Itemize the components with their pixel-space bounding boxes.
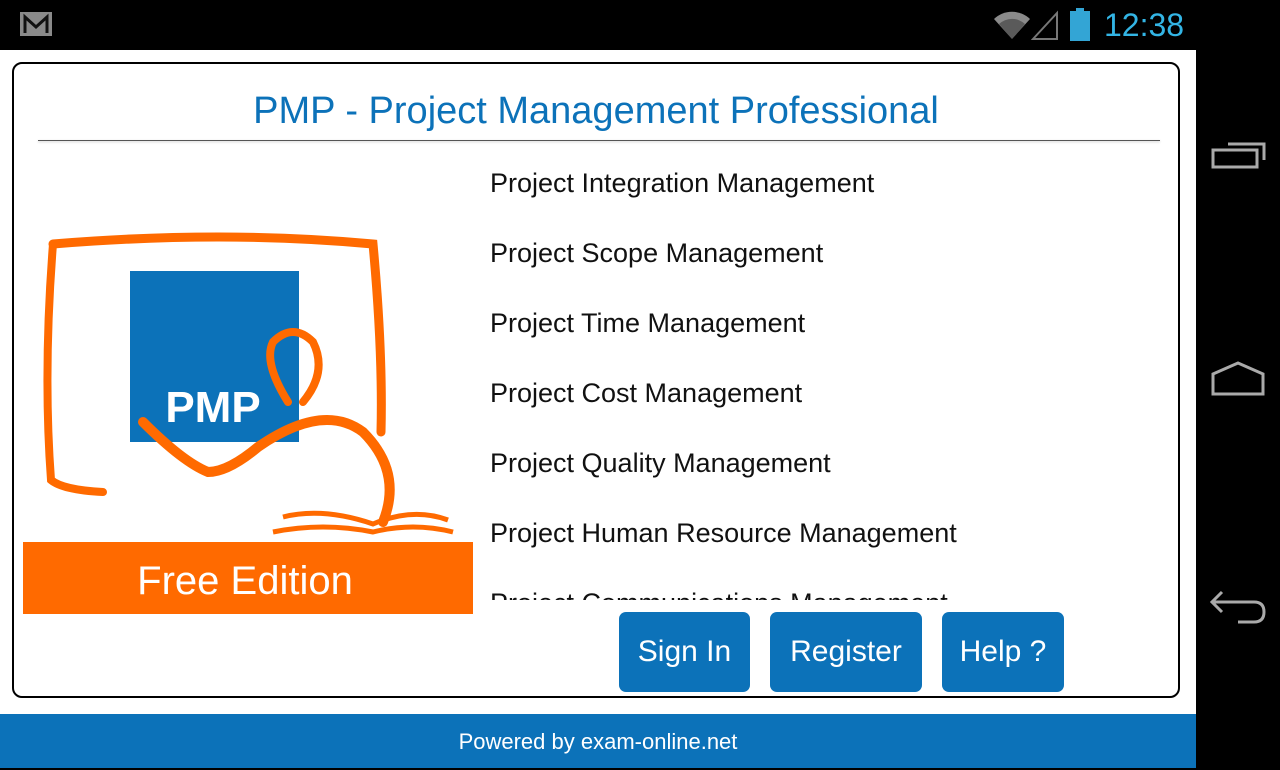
title-divider — [38, 140, 1160, 141]
topic-item[interactable]: Project Human Resource Management — [490, 506, 1150, 576]
recent-apps-icon[interactable] — [1208, 138, 1268, 178]
main-card: PMP - Project Management Professional PM… — [12, 62, 1180, 698]
sign-in-button[interactable]: Sign In — [619, 612, 750, 692]
gmail-icon — [20, 12, 52, 36]
app-screen: PMP - Project Management Professional PM… — [0, 50, 1196, 768]
clock: 12:38 — [1104, 7, 1185, 43]
navigation-bar — [1196, 50, 1280, 768]
help-button[interactable]: Help ? — [942, 612, 1064, 692]
page-title: PMP - Project Management Professional — [253, 90, 939, 132]
edition-text: Free Edition — [137, 559, 353, 603]
topic-list[interactable]: Project Integration Management Project S… — [490, 156, 1150, 600]
signal-icon — [1031, 10, 1058, 40]
pmp-badge-text: PMP — [165, 383, 260, 432]
topic-item[interactable]: Project Cost Management — [490, 366, 1150, 436]
pmp-logo: PMP Free Edition — [23, 232, 473, 614]
footer-powered-by: Powered by exam-online.net — [0, 714, 1196, 768]
topic-item[interactable]: Project Quality Management — [490, 436, 1150, 506]
topic-item[interactable]: Project Communications Management — [490, 576, 1150, 600]
home-icon[interactable] — [1208, 360, 1268, 400]
wifi-icon — [994, 11, 1030, 39]
status-bar: 12:38 — [0, 0, 1280, 50]
topic-item[interactable]: Project Integration Management — [490, 156, 1150, 226]
battery-icon — [1070, 8, 1090, 41]
back-icon[interactable] — [1208, 588, 1268, 628]
topic-item[interactable]: Project Time Management — [490, 296, 1150, 366]
topic-item[interactable]: Project Scope Management — [490, 226, 1150, 296]
register-button[interactable]: Register — [770, 612, 922, 692]
